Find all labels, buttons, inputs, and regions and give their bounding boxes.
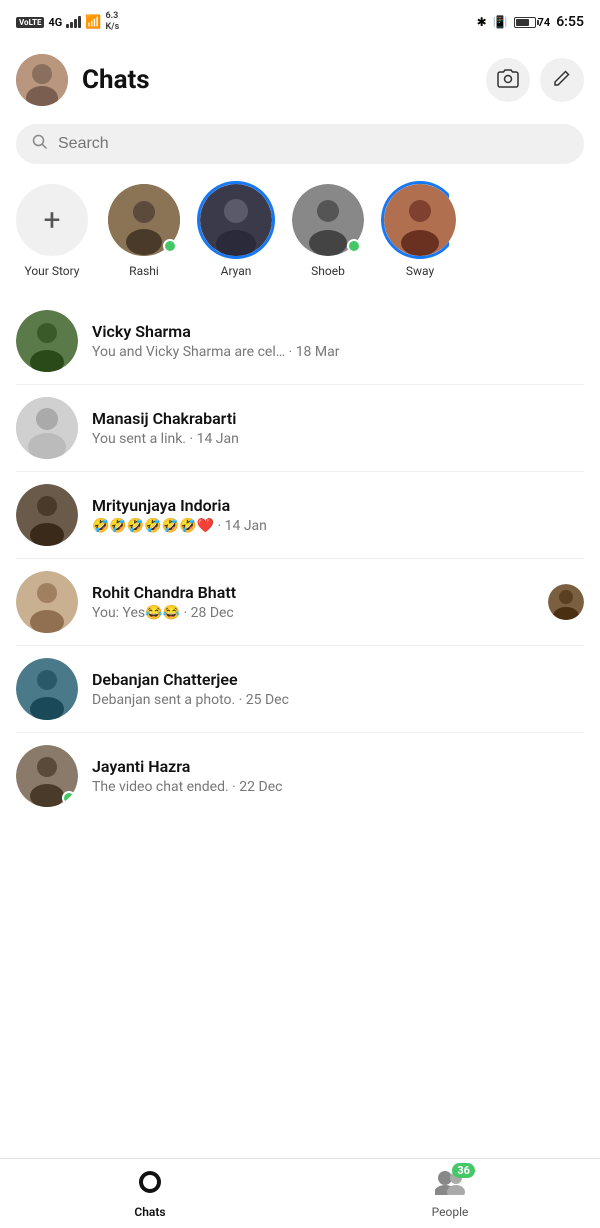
search-container	[0, 116, 600, 176]
debanjan-avatar	[16, 658, 78, 720]
speed-text: 6.3K/s	[105, 11, 119, 33]
page-title: Chats	[82, 65, 472, 95]
wifi-icon: 📶	[85, 15, 101, 30]
compose-button[interactable]	[540, 58, 584, 102]
vicky-preview: You and Vicky Sharma are cel… · 18 Mar	[92, 344, 584, 360]
jayanti-preview: The video chat ended. · 22 Dec	[92, 779, 584, 795]
vicky-avatar	[16, 310, 78, 372]
story-item-shoeb[interactable]: Shoeb	[292, 184, 364, 278]
signal-label: 4G	[48, 16, 62, 29]
search-input[interactable]	[58, 135, 568, 153]
battery-level: 74	[538, 16, 551, 29]
signal-bars	[66, 16, 81, 28]
aryan-avatar-wrap	[200, 184, 272, 256]
story-item-sway[interactable]: Sway	[384, 184, 456, 278]
vibrate-icon: 📳	[493, 15, 508, 29]
nav-people[interactable]: 36 People	[300, 1161, 600, 1227]
rashi-online-indicator	[163, 239, 177, 253]
shoeb-online-indicator	[347, 239, 361, 253]
chats-nav-icon	[137, 1169, 163, 1201]
debanjan-chat-info: Debanjan Chatterjee Debanjan sent a phot…	[92, 670, 584, 708]
chat-item-rohit[interactable]: Rohit Chandra Bhatt You: Yes😂😂 · 28 Dec	[0, 559, 600, 645]
header: Chats	[0, 44, 600, 116]
vicky-chat-info: Vicky Sharma You and Vicky Sharma are ce…	[92, 322, 584, 360]
jayanti-name: Jayanti Hazra	[92, 757, 584, 776]
header-actions	[486, 58, 584, 102]
mrity-chat-info: Mrityunjaya Indoria 🤣🤣🤣🤣🤣🤣❤️ · 14 Jan	[92, 496, 584, 534]
vicky-name: Vicky Sharma	[92, 322, 584, 341]
story-label-shoeb: Shoeb	[311, 264, 345, 278]
battery-icon	[514, 17, 536, 28]
time-display: 6:55	[556, 14, 584, 30]
search-icon	[32, 134, 48, 154]
manasij-chat-info: Manasij Chakrabarti You sent a link. · 1…	[92, 409, 584, 447]
manasij-name: Manasij Chakrabarti	[92, 409, 584, 428]
avatar-image	[16, 54, 68, 106]
chat-item-vicky[interactable]: Vicky Sharma You and Vicky Sharma are ce…	[0, 298, 600, 384]
rohit-chat-info: Rohit Chandra Bhatt You: Yes😂😂 · 28 Dec	[92, 583, 534, 621]
mrity-avatar	[16, 484, 78, 546]
stories-container: + Your Story Rashi	[0, 176, 600, 298]
mrity-preview: 🤣🤣🤣🤣🤣🤣❤️ · 14 Jan	[92, 518, 584, 534]
manasij-avatar	[16, 397, 78, 459]
rohit-avatar	[16, 571, 78, 633]
chat-item-jayanti[interactable]: Jayanti Hazra The video chat ended. · 22…	[0, 733, 600, 819]
rohit-meta	[548, 584, 584, 620]
add-story-avatar: +	[16, 184, 88, 256]
chats-nav-label: Chats	[134, 1205, 165, 1219]
rohit-name: Rohit Chandra Bhatt	[92, 583, 534, 602]
jayanti-online-indicator	[62, 791, 76, 805]
status-left: VoLTE 4G 📶 6.3K/s	[16, 11, 119, 33]
battery-container: 74	[514, 16, 551, 29]
volte-badge: VoLTE	[16, 17, 44, 28]
debanjan-name: Debanjan Chatterjee	[92, 670, 584, 689]
sway-avatar-wrap	[384, 184, 456, 256]
people-nav-label: People	[432, 1205, 469, 1219]
chat-item-manasij[interactable]: Manasij Chakrabarti You sent a link. · 1…	[0, 385, 600, 471]
jayanti-chat-info: Jayanti Hazra The video chat ended. · 22…	[92, 757, 584, 795]
manasij-preview: You sent a link. · 14 Jan	[92, 431, 584, 447]
search-box[interactable]	[16, 124, 584, 164]
plus-icon: +	[43, 203, 60, 238]
story-item-rashi[interactable]: Rashi	[108, 184, 180, 278]
battery-fill	[516, 19, 529, 26]
people-icon-wrap: 36	[435, 1169, 465, 1201]
camera-button[interactable]	[486, 58, 530, 102]
chat-item-mrity[interactable]: Mrityunjaya Indoria 🤣🤣🤣🤣🤣🤣❤️ · 14 Jan	[0, 472, 600, 558]
sway-story-ring	[381, 181, 459, 259]
aryan-story-ring	[197, 181, 275, 259]
story-label-your-story: Your Story	[25, 264, 80, 278]
rohit-thumb	[548, 584, 584, 620]
bluetooth-icon: ✱	[477, 15, 487, 29]
manasij-silhouette	[16, 397, 78, 459]
status-bar: VoLTE 4G 📶 6.3K/s ✱ 📳 74 6:55	[0, 0, 600, 44]
story-label-aryan: Aryan	[221, 264, 252, 278]
your-story-avatar-wrap: +	[16, 184, 88, 256]
nav-chats[interactable]: Chats	[0, 1161, 300, 1227]
bottom-nav: Chats 36 People	[0, 1158, 600, 1228]
mrity-name: Mrityunjaya Indoria	[92, 496, 584, 515]
profile-avatar[interactable]	[16, 54, 68, 106]
rohit-preview: You: Yes😂😂 · 28 Dec	[92, 605, 534, 621]
people-badge: 36	[452, 1163, 475, 1178]
story-item-aryan[interactable]: Aryan	[200, 184, 272, 278]
status-right: ✱ 📳 74 6:55	[477, 14, 584, 30]
camera-icon	[497, 68, 519, 93]
shoeb-avatar-wrap	[292, 184, 364, 256]
chat-item-debanjan[interactable]: Debanjan Chatterjee Debanjan sent a phot…	[0, 646, 600, 732]
pencil-icon	[553, 69, 571, 92]
chat-list: Vicky Sharma You and Vicky Sharma are ce…	[0, 298, 600, 819]
debanjan-preview: Debanjan sent a photo. · 25 Dec	[92, 692, 584, 708]
story-label-rashi: Rashi	[129, 264, 159, 278]
jayanti-avatar	[16, 745, 78, 807]
story-label-sway: Sway	[406, 264, 434, 278]
story-item-your-story[interactable]: + Your Story	[16, 184, 88, 278]
rashi-avatar-wrap	[108, 184, 180, 256]
bottom-spacer	[0, 819, 600, 889]
